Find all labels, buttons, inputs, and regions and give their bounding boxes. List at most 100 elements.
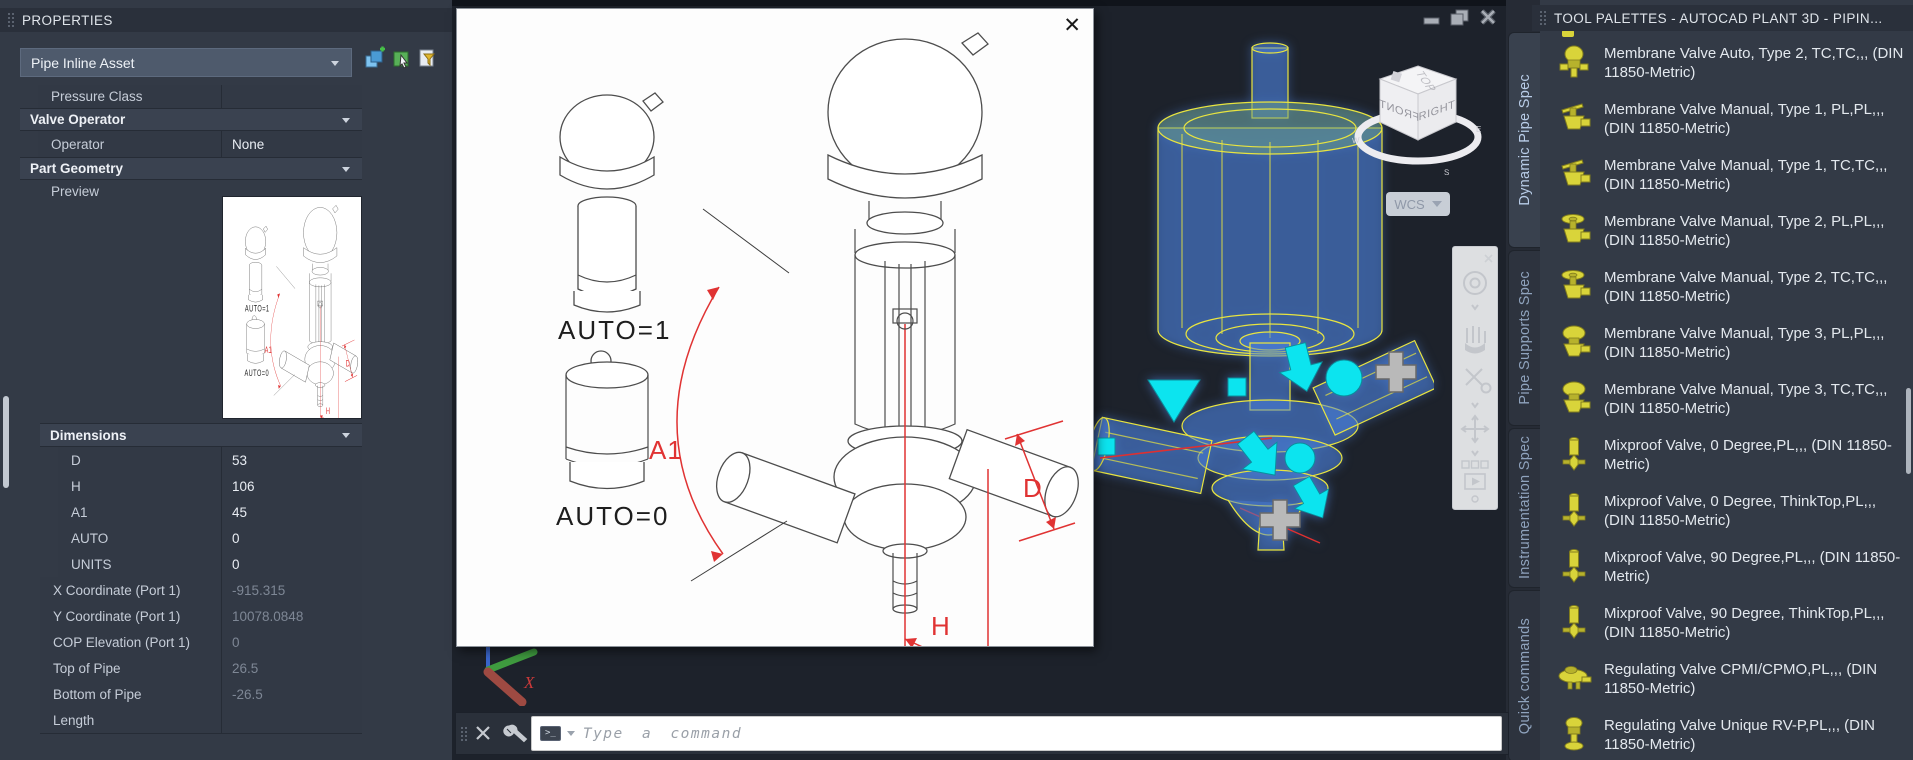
tool-palette-item[interactable]: Membrane Valve Manual, Type 1, TC,TC,,, … [1548, 154, 1908, 196]
property-value: 106 [232, 478, 255, 494]
property-label: Y Coordinate (Port 1) [40, 603, 222, 629]
valve-icon [1562, 437, 1586, 471]
object-type-dropdown[interactable]: Pipe Inline Asset [20, 48, 352, 77]
square-grip[interactable] [1227, 377, 1247, 397]
property-row[interactable]: H 106 [58, 473, 362, 500]
navigation-wheel-icon[interactable] [1463, 271, 1487, 295]
tool-palette-item-label: Regulating Valve Unique RV-P,PL,,, (DIN … [1604, 717, 1875, 753]
chevron-down-icon[interactable] [1471, 402, 1479, 409]
tool-palette-item[interactable]: Regulating Valve Unique RV-P,PL,,, (DIN … [1548, 714, 1908, 756]
property-row[interactable]: Bottom of Pipe -26.5 [40, 681, 362, 708]
command-bar-grip-icon[interactable] [461, 726, 467, 741]
tool-palette-item[interactable]: Membrane Valve Manual, Type 2, TC,TC,,, … [1548, 266, 1908, 308]
property-row[interactable]: UNITS 0 [58, 551, 362, 578]
property-row[interactable]: Y Coordinate (Port 1) 10078.0848 [40, 603, 362, 630]
close-window-icon[interactable] [1480, 9, 1496, 25]
property-label: UNITS [58, 551, 222, 577]
wcs-selector[interactable]: WCS [1386, 192, 1450, 216]
pan-hand-icon[interactable] [1465, 326, 1486, 354]
circle-grip[interactable] [1325, 359, 1363, 397]
section-valve-operator[interactable]: Valve Operator [20, 108, 362, 131]
tool-palette-item[interactable]: Mixproof Valve, 90 Degree, ThinkTop,PL,,… [1548, 602, 1908, 644]
property-row[interactable]: Length [40, 707, 362, 734]
compass-west[interactable]: W [1352, 135, 1360, 145]
chevron-down-icon[interactable] [1471, 450, 1479, 457]
orbit-icon[interactable] [1460, 414, 1490, 444]
chevron-down-icon [331, 60, 339, 66]
property-row[interactable]: D 53 [58, 447, 362, 474]
tool-palette-item[interactable]: Regulating Valve CPMI/CPMO,PL,,, (DIN 11… [1548, 658, 1908, 700]
property-row[interactable]: Operator None [38, 131, 362, 158]
tab-instrumentation-spec[interactable]: Instrumentation Spec [1508, 428, 1540, 588]
valve-technical-drawing: AUTO=1 AUTO=0 A1 H D [556, 32, 1079, 689]
tab-pipe-supports-spec[interactable]: Pipe Supports Spec [1508, 250, 1540, 426]
properties-titlebar[interactable]: PROPERTIES [0, 8, 468, 32]
tab-label: Quick commands [1516, 617, 1533, 735]
restore-icon[interactable] [1450, 9, 1469, 26]
property-label: X Coordinate (Port 1) [40, 577, 222, 603]
command-input[interactable] [580, 724, 1493, 743]
section-part-geometry[interactable]: Part Geometry [20, 157, 362, 180]
properties-scrollbar[interactable] [3, 396, 9, 488]
property-value: -915.315 [232, 582, 286, 598]
properties-title: PROPERTIES [22, 12, 113, 28]
property-row[interactable]: COP Elevation (Port 1) 0 [40, 629, 362, 656]
pickadd-toggle-icon[interactable] [365, 46, 385, 68]
navbar-close-icon[interactable] [1484, 254, 1493, 263]
property-row[interactable]: AUTO 0 [58, 525, 362, 552]
minimize-icon[interactable] [1423, 17, 1440, 25]
section-title: Dimensions [50, 427, 127, 443]
preview-thumbnail [222, 196, 362, 434]
showmotion-thumbnails-icon[interactable] [1461, 460, 1489, 469]
tab-quick-commands[interactable]: Quick commands [1508, 590, 1540, 760]
valve-icon [1564, 717, 1584, 751]
square-grip[interactable] [1097, 437, 1116, 456]
select-objects-icon[interactable] [393, 51, 409, 69]
property-row[interactable]: Top of Pipe 26.5 [40, 655, 362, 682]
chevron-down-icon[interactable] [1471, 304, 1479, 311]
tool-palette-item[interactable]: Membrane Valve Manual, Type 3, TC,TC,,, … [1548, 378, 1908, 420]
circle-grip[interactable] [1284, 442, 1316, 474]
tool-palette-scrollbar[interactable] [1906, 388, 1911, 474]
compass-east[interactable]: E [1476, 125, 1481, 134]
tool-palette-item[interactable]: Mixproof Valve, 90 Degree,PL,,, (DIN 118… [1548, 546, 1908, 588]
showmotion-play-icon[interactable] [1464, 473, 1486, 490]
tool-palette-item[interactable]: Membrane Valve Manual, Type 3, PL,PL,,, … [1548, 322, 1908, 364]
tool-palette-item[interactable]: Mixproof Valve, 0 Degree,PL,,, (DIN 1185… [1548, 434, 1908, 476]
command-prompt-icon[interactable]: >_ [540, 726, 561, 741]
dialog-close-icon[interactable]: ✕ [1063, 15, 1081, 36]
chevron-down-icon [342, 117, 350, 123]
close-command-icon[interactable] [476, 725, 490, 740]
property-row[interactable]: Pressure Class [38, 85, 362, 109]
tool-palettes-titlebar[interactable]: TOOL PALETTES - AUTOCAD PLANT 3D - PIPIN… [1532, 5, 1913, 31]
property-label: D [58, 447, 222, 473]
viewcube[interactable]: W S E RIGHT FRONT TOP [1348, 52, 1488, 182]
partially-scrolled-item-icon [1562, 30, 1574, 37]
property-label: COP Elevation (Port 1) [40, 629, 222, 655]
tab-label: Instrumentation Spec [1516, 436, 1533, 580]
properties-palette: PROPERTIES Pipe Inline Asset Pressure Cl… [0, 0, 468, 760]
properties-toolbar [365, 46, 436, 69]
tool-palette-item-label: Membrane Valve Auto, Type 2, TC,TC,,, (D… [1604, 45, 1904, 81]
tool-palette-item[interactable]: Membrane Valve Auto, Type 2, TC,TC,,, (D… [1548, 42, 1908, 84]
navbar-ellipsis-icon[interactable] [1471, 495, 1479, 503]
navigation-bar [1452, 246, 1498, 510]
tab-dynamic-pipe-spec[interactable]: Dynamic Pipe Spec [1508, 32, 1540, 248]
compass-south[interactable]: S [1444, 168, 1449, 177]
tool-palette-item[interactable]: Membrane Valve Manual, Type 1, PL,PL,,, … [1548, 98, 1908, 140]
tool-palette-item-label: Mixproof Valve, 0 Degree,PL,,, (DIN 1185… [1604, 437, 1892, 473]
tool-palette-item[interactable]: Membrane Valve Manual, Type 2, PL,PL,,, … [1548, 210, 1908, 252]
tool-palette-item[interactable]: Mixproof Valve, 0 Degree, ThinkTop,PL,,,… [1548, 490, 1908, 532]
autocad-plant3d-window: PROPERTIES Pipe Inline Asset Pressure Cl… [0, 0, 1913, 760]
customize-wrench-icon[interactable] [502, 723, 529, 744]
zoom-icon[interactable] [1465, 368, 1492, 394]
palette-grip-icon[interactable] [1540, 11, 1546, 25]
property-row[interactable]: A1 45 [58, 499, 362, 526]
property-row[interactable]: X Coordinate (Port 1) -915.315 [40, 577, 362, 604]
property-label: Bottom of Pipe [40, 681, 222, 707]
property-label: Length [40, 707, 222, 733]
section-dimensions[interactable]: Dimensions [40, 423, 362, 447]
recent-commands-icon[interactable] [566, 731, 575, 736]
palette-grip-icon[interactable] [8, 13, 14, 27]
quick-select-icon[interactable] [419, 49, 436, 67]
